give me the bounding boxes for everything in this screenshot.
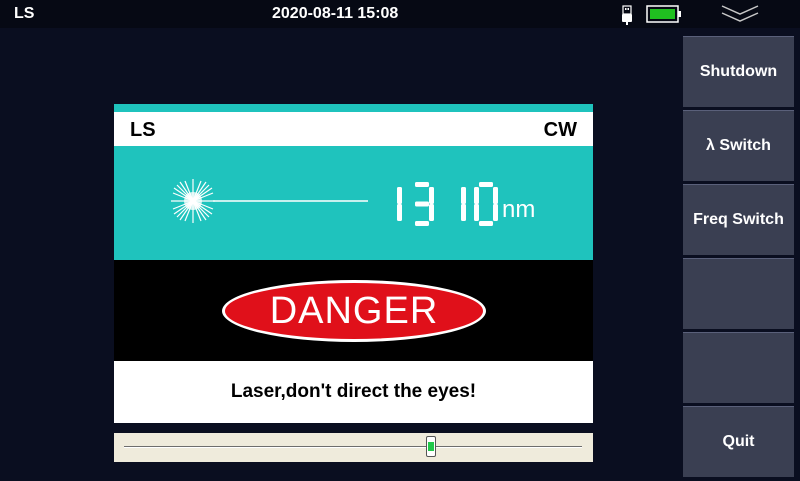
warning-area: Laser,don't direct the eyes! [114,361,593,423]
wavelength-digit [415,182,434,226]
slider-thumb[interactable] [425,436,436,457]
double-chevron-down-icon[interactable] [720,4,760,29]
mode-label: LS [130,119,156,141]
app-name: LS [14,5,35,22]
battery-icon [646,5,682,28]
wavelength-digit [461,187,466,221]
slider-track[interactable] [124,446,582,448]
wavelength-display: 1310 [376,174,498,226]
usb-icon [620,5,634,30]
quit-button[interactable]: Quit [683,406,794,477]
wavelength-switch-button[interactable]: λ Switch [683,110,794,181]
freq-switch-button[interactable]: Freq Switch [683,184,794,255]
wavelength-unit: nm [502,196,536,223]
wavelength-digit [397,187,402,221]
laser-starburst-icon [168,176,368,231]
empty-button-5[interactable] [683,332,794,403]
laser-band: 1310 nm [114,146,593,260]
datetime: 2020-08-11 15:08 [272,5,399,22]
danger-band: DANGER [114,260,593,361]
position-slider[interactable] [114,433,593,462]
laser-source-panel: LS CW 1310 nm DANGER Laser,don't direct … [114,104,593,423]
wavelength-value: 1310 [376,174,379,175]
wavelength-digit [474,182,498,226]
danger-label: DANGER [269,289,439,332]
danger-badge: DANGER [222,280,486,342]
panel-header: LS CW [114,112,593,146]
panel-top-stripe [114,104,593,112]
empty-button-4[interactable] [683,258,794,329]
shutdown-button[interactable]: Shutdown [683,36,794,107]
status-bar: LS 2020-08-11 15:08 [0,0,800,28]
modulation-label: CW [543,119,577,141]
warning-message: Laser,don't direct the eyes! [230,381,477,402]
